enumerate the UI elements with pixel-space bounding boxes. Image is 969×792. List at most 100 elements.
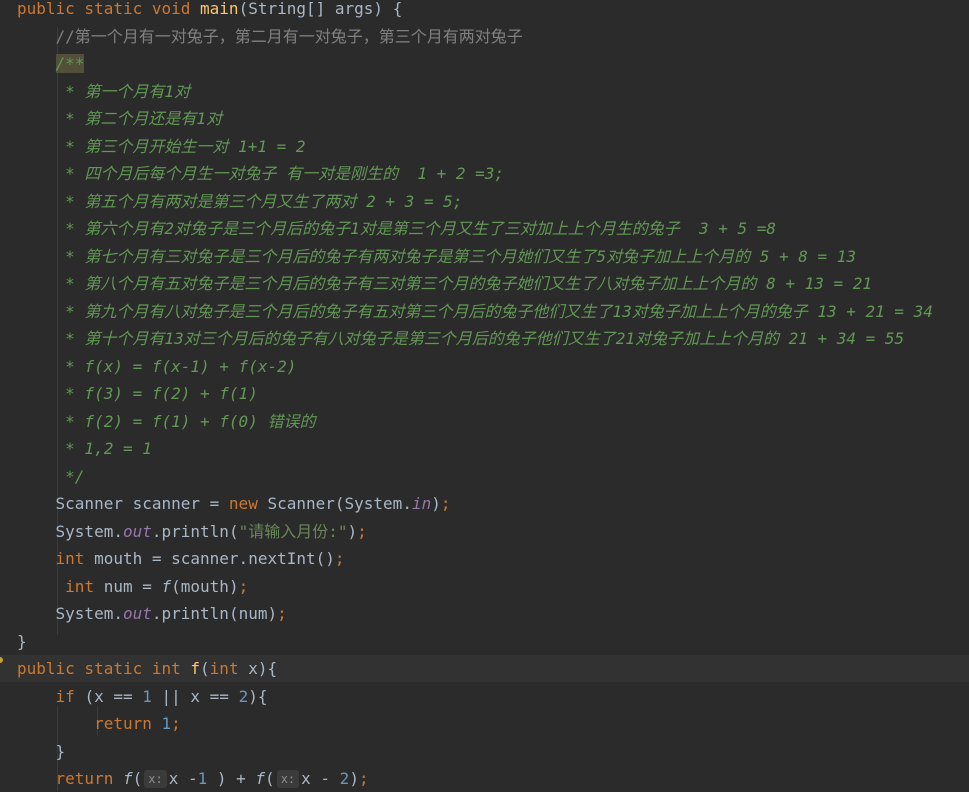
code-line[interactable]: * 第二个月还是有1对 [0, 105, 969, 132]
code-token: * f(2) = f(1) + f(0) 错误的 [17, 411, 316, 431]
code-token: out [122, 521, 152, 541]
code-token: 2 [339, 769, 350, 788]
code-token: * 四个月后每个月生一对兔子 有一对是刚生的 1 + 2 =3; [17, 164, 505, 183]
gutter-marker-icon[interactable] [0, 657, 3, 663]
code-token: * 第三个月开始生一对 1+1 = 2 [17, 136, 306, 156]
code-line-current[interactable]: public static int f(int x){ [0, 655, 969, 682]
code-token: f [122, 769, 133, 788]
code-token: num = [103, 576, 162, 596]
code-token: ; [334, 549, 345, 568]
code-token: main [200, 0, 239, 18]
code-line[interactable]: int mouth = scanner.nextInt(); [0, 545, 969, 572]
code-token: return [55, 769, 123, 788]
code-token: } [17, 631, 27, 651]
code-token: */ [17, 466, 85, 486]
code-token: ) [431, 494, 441, 513]
code-line[interactable]: * f(2) = f(1) + f(0) 错误的 [0, 408, 969, 435]
code-line[interactable]: * 第九个月有八对兔子是三个月后的兔子有五对第三个月后的兔子他们又生了13对兔子… [0, 298, 969, 325]
code-token: ; [440, 494, 451, 513]
code-line[interactable]: } [0, 738, 969, 765]
code-token: * f(x) = f(x-1) + f(x-2) [17, 356, 297, 376]
code-token: System. [17, 521, 123, 541]
code-line[interactable]: * 第三个月开始生一对 1+1 = 2 [0, 133, 969, 160]
code-token: ; [238, 576, 249, 596]
code-line[interactable]: System.out.println(num); [0, 600, 969, 627]
code-line[interactable]: /** [0, 50, 969, 77]
code-token: (mouth) [171, 576, 239, 596]
code-token: x - [301, 769, 340, 788]
code-token: mouth = scanner.nextInt() [94, 549, 335, 568]
code-line[interactable]: return f(x: x -1 ) + f(x: x - 2); [0, 765, 969, 792]
code-token: * 第九个月有八对兔子是三个月后的兔子有五对第三个月后的兔子他们又生了13对兔子… [17, 301, 933, 321]
code-line[interactable]: */ [0, 463, 969, 490]
code-token: public static void [17, 0, 201, 18]
code-token: } [17, 741, 66, 761]
code-token: ; [277, 604, 287, 623]
code-editor[interactable]: public static void main(String[] args) {… [0, 0, 969, 791]
code-line[interactable]: * 第八个月有五对兔子是三个月后的兔子有三对第三个月的兔子她们又生了八对兔子加上… [0, 270, 969, 297]
code-token: ) + [216, 769, 256, 788]
code-token: || x == [161, 686, 239, 706]
code-token: out [122, 604, 152, 623]
code-token: * f(3) = f(2) + f(1) [17, 384, 258, 403]
code-token: ( [265, 769, 275, 788]
code-token: /** [55, 54, 85, 73]
code-token: f [161, 576, 172, 596]
code-line[interactable]: } [0, 628, 969, 655]
code-token: Scanner(System. [267, 494, 412, 513]
code-token: ; [171, 714, 181, 733]
code-token: f [255, 769, 266, 788]
code-token: (String[] args) { [238, 0, 403, 18]
code-line[interactable]: Scanner scanner = new Scanner(System.in)… [0, 490, 969, 517]
code-line[interactable]: * 第十个月有13对三个月后的兔子有八对兔子是第三个月后的兔子他们又生了21对兔… [0, 325, 969, 352]
code-token: int [65, 576, 104, 596]
code-token: * 第一个月有1对 [17, 81, 191, 101]
code-line[interactable]: System.out.println("请输入月份:"); [0, 518, 969, 545]
code-token: 2 [238, 686, 249, 706]
code-line[interactable]: int num = f(mouth); [0, 573, 969, 600]
code-token: if [55, 686, 85, 706]
code-token: in [411, 494, 432, 513]
code-line[interactable]: * f(x) = f(x-1) + f(x-2) [0, 353, 969, 380]
code-token: * 第七个月有三对兔子是三个月后的兔子有两对兔子是第三个月她们又生了5对兔子加上… [17, 246, 857, 266]
code-line[interactable]: * 第一个月有1对 [0, 78, 969, 105]
parameter-hint: x: [276, 770, 300, 788]
code-line[interactable]: public static void main(String[] args) { [0, 0, 969, 22]
code-token: * 1,2 = 1 [17, 439, 152, 458]
code-line[interactable]: //第一个月有一对兔子，第二月有一对兔子，第三个月有两对兔子 [0, 23, 969, 50]
code-line[interactable]: * f(3) = f(2) + f(1) [0, 380, 969, 407]
code-token: x){ [248, 659, 278, 678]
code-token: 1 [142, 686, 162, 706]
code-token: System. [17, 604, 123, 623]
code-token: ) [349, 769, 359, 788]
code-token: * 第二个月还是有1对 [17, 109, 223, 128]
code-token: Scanner scanner = [17, 494, 229, 513]
code-token: public static int [17, 659, 191, 678]
code-line[interactable]: * 第六个月有2对兔子是三个月后的兔子1对是第三个月又生了三对加上上个月生的兔子… [0, 215, 969, 242]
code-token: 1 [161, 714, 172, 733]
code-token: int [55, 549, 95, 568]
code-line[interactable]: * 第七个月有三对兔子是三个月后的兔子有两对兔子是第三个月她们又生了5对兔子加上… [0, 243, 969, 270]
code-token: * 第五个月有两对是第三个月又生了两对 2 + 3 = 5; [17, 191, 463, 211]
code-token: (x == [84, 686, 143, 706]
code-line[interactable]: * 第五个月有两对是第三个月又生了两对 2 + 3 = 5; [0, 188, 969, 215]
code-line[interactable]: if (x == 1 || x == 2){ [0, 683, 969, 710]
code-token: x - [168, 769, 198, 788]
parameter-hint: x: [144, 770, 167, 788]
code-line[interactable]: return 1; [0, 710, 969, 737]
code-token: ( [132, 769, 143, 788]
code-token: ; [358, 769, 369, 788]
code-line[interactable]: * 四个月后每个月生一对兔子 有一对是刚生的 1 + 2 =3; [0, 160, 969, 187]
code-token: .println(num) [151, 604, 278, 623]
code-line[interactable]: * 1,2 = 1 [0, 435, 969, 462]
code-token: new [228, 494, 268, 513]
code-token: return [94, 714, 162, 733]
code-token: ) [347, 521, 358, 541]
